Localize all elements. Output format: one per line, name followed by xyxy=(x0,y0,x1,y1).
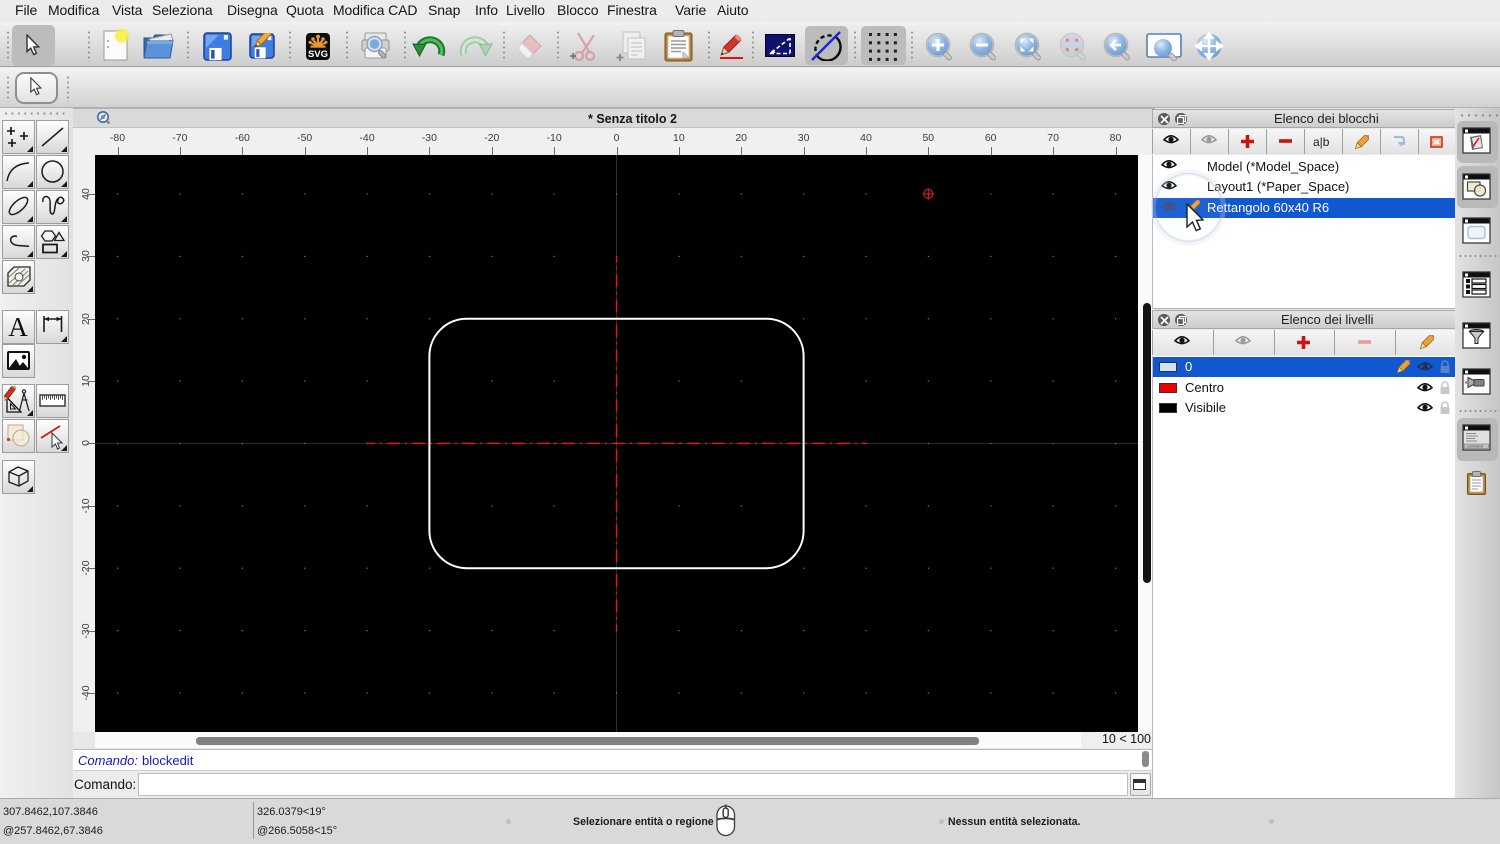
svg-text:SVG: SVG xyxy=(308,49,328,60)
svg-text:command: command xyxy=(1467,445,1483,449)
svg-text:A: A xyxy=(8,312,28,341)
